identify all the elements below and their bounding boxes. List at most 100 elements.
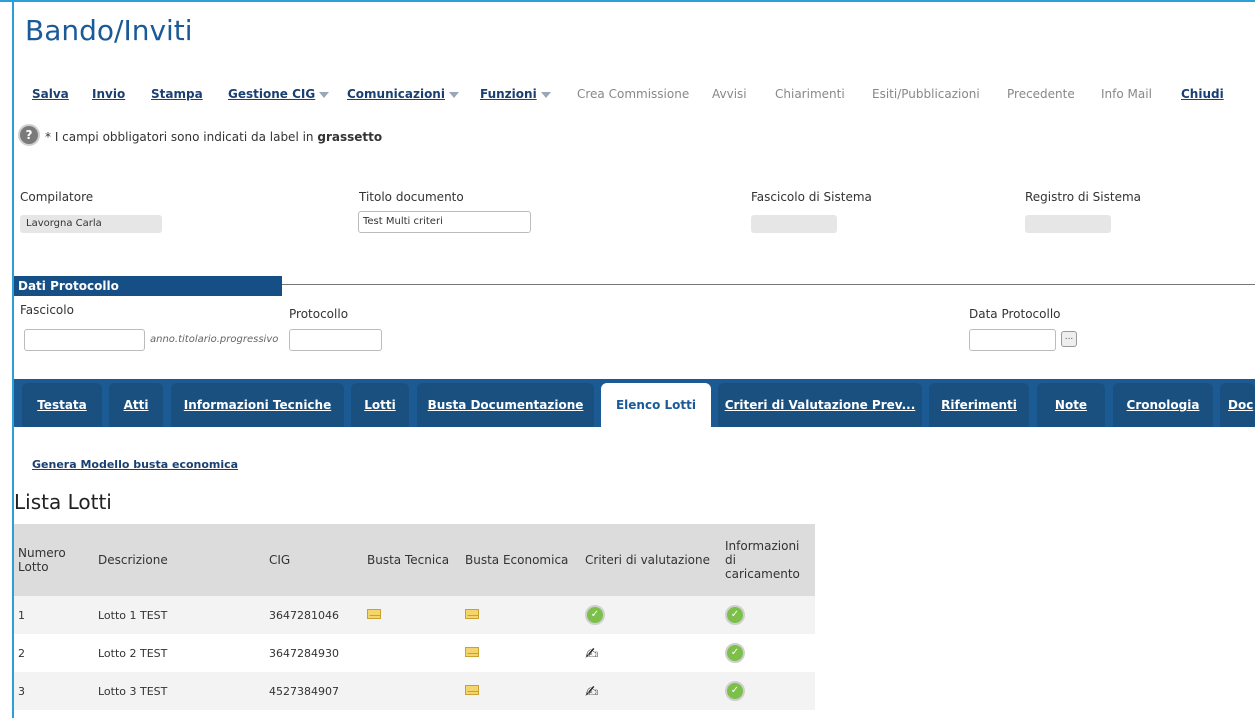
invio-button[interactable]: Invio	[92, 87, 125, 101]
chiarimenti-button[interactable]: Chiarimenti	[775, 87, 845, 101]
cell-busta-tecnica	[363, 596, 461, 634]
fascicolo-input[interactable]	[24, 329, 145, 351]
esiti-pubblicazioni-button[interactable]: Esiti/Pubblicazioni	[872, 87, 980, 101]
tab-lotti[interactable]: Lotti	[351, 383, 409, 427]
envelope-icon[interactable]	[465, 608, 479, 619]
fascicolo-label: Fascicolo	[20, 303, 74, 317]
cell-descrizione: Lotto 3 TEST	[94, 672, 265, 710]
tab-bar: Testata Atti Informazioni Tecniche Lotti…	[14, 379, 1255, 427]
data-protocollo-label: Data Protocollo	[969, 307, 1061, 321]
cell-numero: 3	[14, 672, 94, 710]
genera-modello-link[interactable]: Genera Modello busta economica	[32, 458, 238, 471]
comunicazioni-label: Comunicazioni	[347, 87, 445, 101]
cell-numero: 1	[14, 596, 94, 634]
mandatory-notice: * I campi obbligatori sono indicati da l…	[45, 130, 382, 144]
cell-info: ✓	[721, 672, 815, 710]
check-circle-icon[interactable]: ✓	[725, 681, 745, 701]
lotti-table: Numero Lotto Descrizione CIG Busta Tecni…	[14, 524, 815, 710]
tab-cronologia[interactable]: Cronologia	[1113, 383, 1213, 427]
cell-cig: 3647284930	[265, 634, 363, 672]
table-row: 3 Lotto 3 TEST 4527384907 ✍ ✓	[14, 672, 815, 710]
funzioni-label: Funzioni	[480, 87, 537, 101]
cell-cig: 4527384907	[265, 672, 363, 710]
col-cig: CIG	[265, 524, 363, 596]
cell-busta-tecnica	[363, 634, 461, 672]
salva-button[interactable]: Salva	[32, 87, 69, 101]
precedente-button[interactable]: Precedente	[1007, 87, 1075, 101]
chevron-down-icon	[319, 91, 330, 98]
page-title: Bando/Inviti	[25, 14, 193, 47]
chiudi-button[interactable]: Chiudi	[1181, 87, 1224, 101]
cell-info: ✓	[721, 634, 815, 672]
stampa-button[interactable]: Stampa	[151, 87, 203, 101]
col-descrizione: Descrizione	[94, 524, 265, 596]
window-top-border	[0, 0, 1255, 2]
chevron-down-icon	[448, 91, 459, 98]
cell-busta-tecnica	[363, 672, 461, 710]
table-header-row: Numero Lotto Descrizione CIG Busta Tecni…	[14, 524, 815, 596]
avvisi-button[interactable]: Avvisi	[712, 87, 747, 101]
cell-criteri: ✍	[581, 672, 721, 710]
col-informazioni-caricamento: Informazioni di caricamento	[721, 524, 815, 596]
crea-commissione-button[interactable]: Crea Commissione	[577, 87, 689, 101]
chevron-down-icon	[540, 91, 551, 98]
col-numero-lotto: Numero Lotto	[14, 524, 94, 596]
date-picker-button[interactable]: ...	[1061, 331, 1077, 347]
tab-busta-documentazione[interactable]: Busta Documentazione	[417, 383, 594, 427]
cell-numero: 2	[14, 634, 94, 672]
tab-doc[interactable]: Doc	[1220, 383, 1255, 427]
protocollo-label: Protocollo	[289, 307, 349, 321]
notice-text: * I campi obbligatori sono indicati da l…	[45, 130, 314, 144]
registro-sistema-label: Registro di Sistema	[1025, 190, 1142, 204]
check-circle-icon[interactable]: ✓	[585, 605, 605, 625]
cell-info: ✓	[721, 596, 815, 634]
section-divider	[282, 284, 1255, 285]
gestione-cig-label: Gestione CIG	[228, 87, 316, 101]
dati-protocollo-header: Dati Protocollo	[14, 276, 282, 296]
cell-busta-economica	[461, 596, 581, 634]
envelope-icon[interactable]	[465, 646, 479, 657]
lista-lotti-title: Lista Lotti	[14, 490, 112, 514]
notice-bold: grassetto	[317, 130, 383, 144]
compilatore-label: Compilatore	[20, 190, 94, 204]
edit-icon[interactable]: ✍	[585, 682, 598, 701]
protocollo-input[interactable]	[289, 329, 382, 351]
cell-criteri: ✓	[581, 596, 721, 634]
check-circle-icon[interactable]: ✓	[725, 643, 745, 663]
gestione-cig-menu[interactable]: Gestione CIG	[228, 87, 330, 101]
fascicolo-sistema-label: Fascicolo di Sistema	[751, 190, 872, 204]
titolo-documento-input[interactable]: Test Multi criteri	[358, 211, 531, 233]
tab-informazioni-tecniche[interactable]: Informazioni Tecniche	[171, 383, 344, 427]
cell-busta-economica	[461, 672, 581, 710]
fascicolo-hint: anno.titolario.progressivo	[150, 334, 279, 345]
edit-icon[interactable]: ✍	[585, 644, 598, 663]
col-criteri-valutazione: Criteri di valutazione	[581, 524, 721, 596]
col-busta-economica: Busta Economica	[461, 524, 581, 596]
table-row: 1 Lotto 1 TEST 3647281046 ✓ ✓	[14, 596, 815, 634]
registro-sistema-field	[1025, 215, 1111, 233]
tab-elenco-lotti[interactable]: Elenco Lotti	[601, 383, 711, 427]
tab-note[interactable]: Note	[1037, 383, 1105, 427]
cell-criteri: ✍	[581, 634, 721, 672]
table-row: 2 Lotto 2 TEST 3647284930 ✍ ✓	[14, 634, 815, 672]
cell-busta-economica	[461, 634, 581, 672]
cell-cig: 3647281046	[265, 596, 363, 634]
data-protocollo-input[interactable]	[969, 329, 1056, 351]
help-icon[interactable]: ?	[18, 124, 40, 146]
check-circle-icon[interactable]: ✓	[725, 605, 745, 625]
cell-descrizione: Lotto 2 TEST	[94, 634, 265, 672]
tab-testata[interactable]: Testata	[22, 383, 102, 427]
compilatore-field: Lavorgna Carla	[20, 215, 162, 233]
col-busta-tecnica: Busta Tecnica	[363, 524, 461, 596]
envelope-icon[interactable]	[465, 684, 479, 695]
tab-criteri-valutazione[interactable]: Criteri di Valutazione Prev...	[718, 383, 922, 427]
funzioni-menu[interactable]: Funzioni	[480, 87, 551, 101]
info-mail-button[interactable]: Info Mail	[1101, 87, 1152, 101]
envelope-icon[interactable]	[367, 608, 381, 619]
cell-descrizione: Lotto 1 TEST	[94, 596, 265, 634]
comunicazioni-menu[interactable]: Comunicazioni	[347, 87, 459, 101]
titolo-documento-label: Titolo documento	[359, 190, 464, 204]
tab-atti[interactable]: Atti	[109, 383, 163, 427]
fascicolo-sistema-field	[751, 215, 837, 233]
tab-riferimenti[interactable]: Riferimenti	[929, 383, 1029, 427]
